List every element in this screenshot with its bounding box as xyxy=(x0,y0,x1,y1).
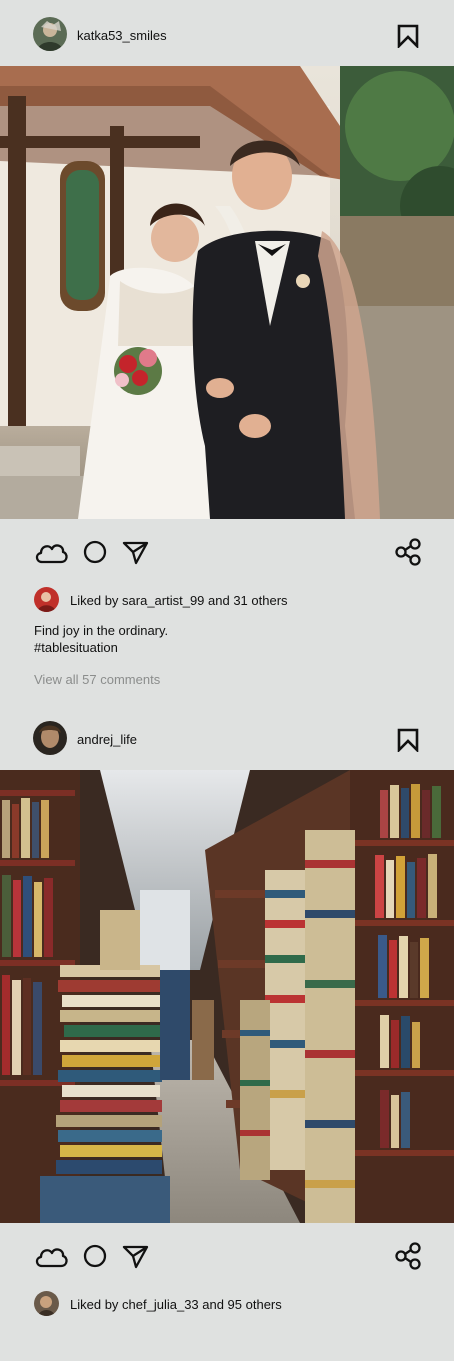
post-header: katka53_smiles xyxy=(0,0,454,70)
view-comments-link[interactable]: View all 57 comments xyxy=(34,672,160,687)
bookmark-icon[interactable] xyxy=(397,728,419,754)
likes-text[interactable]: Liked by chef_julia_33 and 95 others xyxy=(70,1297,282,1312)
post-photo-bookstore[interactable] xyxy=(0,770,454,1223)
post-header: andrej_life xyxy=(0,704,454,774)
post-2: andrej_life Liked by chef_julia_33 and 9… xyxy=(0,704,454,1316)
post-actions xyxy=(0,1237,454,1277)
caption: Find joy in the ordinary. #tablesituatio… xyxy=(34,622,168,656)
likes-row: Liked by chef_julia_33 and 95 others xyxy=(0,1289,454,1319)
liker-avatar[interactable] xyxy=(34,587,59,612)
circle-icon[interactable] xyxy=(83,1241,109,1276)
cloud-icon[interactable] xyxy=(33,537,69,572)
caption-text: Find joy in the ordinary. xyxy=(34,623,169,638)
circle-icon[interactable] xyxy=(83,537,109,572)
share-icon[interactable] xyxy=(395,1241,423,1276)
cloud-icon[interactable] xyxy=(33,1241,69,1276)
liker-avatar[interactable] xyxy=(34,1291,59,1316)
post-username[interactable]: andrej_life xyxy=(77,732,137,747)
share-icon[interactable] xyxy=(395,537,423,572)
likes-row: Liked by sara_artist_99 and 31 others xyxy=(0,585,454,615)
post-1: katka53_smiles Liked by sara_artist_99 a… xyxy=(0,0,454,687)
paper-plane-icon[interactable] xyxy=(122,1241,150,1276)
likes-text[interactable]: Liked by sara_artist_99 and 31 others xyxy=(70,593,288,608)
bookmark-icon[interactable] xyxy=(397,24,419,50)
caption-hashtag[interactable]: #tablesituation xyxy=(34,639,168,656)
avatar[interactable] xyxy=(33,17,67,51)
post-username[interactable]: katka53_smiles xyxy=(77,28,167,43)
paper-plane-icon[interactable] xyxy=(122,537,150,572)
post-photo-wedding[interactable] xyxy=(0,66,454,519)
post-actions xyxy=(0,533,454,573)
avatar[interactable] xyxy=(33,721,67,755)
